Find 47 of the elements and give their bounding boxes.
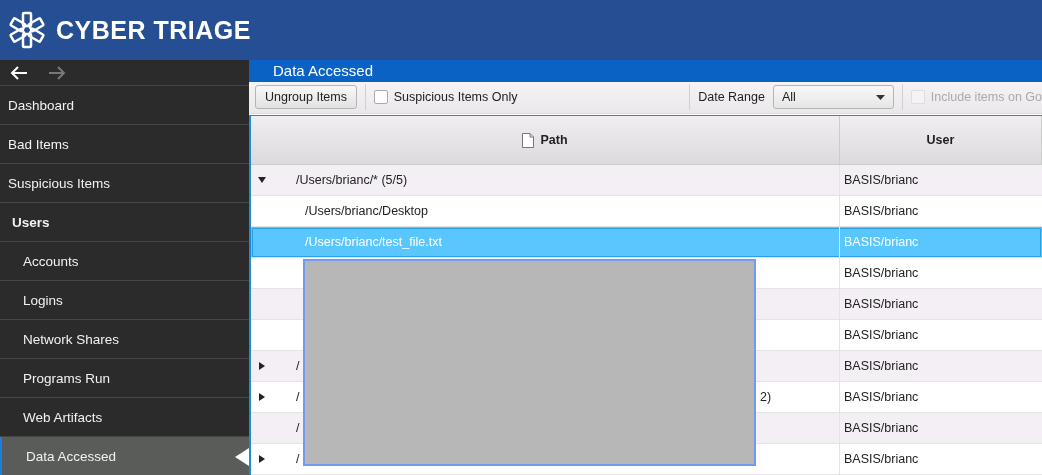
- checkbox[interactable]: [373, 90, 388, 105]
- user-text: BASIS/brianc: [844, 390, 919, 404]
- date-range-dropdown[interactable]: All: [772, 85, 895, 110]
- user-text: BASIS/brianc: [844, 359, 919, 373]
- path-text: /: [295, 359, 300, 373]
- user-text: BASIS/brianc: [844, 297, 919, 311]
- sidebar-item[interactable]: Network Shares: [0, 320, 249, 359]
- app-logo-text: CYBER TRIAGE: [56, 15, 251, 45]
- table-row[interactable]: /Users/brianc/* (5/5) BASIS/brianc: [251, 165, 1042, 196]
- sidebar-item[interactable]: Users: [0, 203, 249, 242]
- sidebar-item[interactable]: Bad Items: [0, 125, 249, 164]
- logo-icon: [8, 11, 46, 49]
- forward-arrow-icon[interactable]: [48, 65, 66, 80]
- path-text: /Users/brianc/* (5/5): [295, 173, 408, 187]
- panel-title: Data Accessed: [273, 62, 374, 80]
- checkbox-label: Include items on Go: [930, 90, 1042, 105]
- column-header[interactable]: User: [926, 133, 955, 147]
- caret-icon: [876, 94, 886, 100]
- sidebar-item[interactable]: Accounts: [0, 242, 249, 281]
- path-text: /Users/brianc/Desktop: [304, 204, 428, 218]
- sidebar-item[interactable]: Logins: [0, 281, 249, 320]
- path-text: /Users/brianc/test_file.txt: [304, 235, 442, 249]
- user-text: BASIS/brianc: [844, 452, 919, 466]
- sidebar-item[interactable]: Suspicious Items: [0, 164, 249, 203]
- sidebar-item[interactable]: Data Accessed: [0, 437, 249, 475]
- expand-triangle-icon[interactable]: [258, 393, 266, 401]
- date-range-label: Date Range: [698, 90, 765, 105]
- expand-triangle-icon[interactable]: [258, 455, 266, 463]
- user-text: BASIS/brianc: [844, 266, 919, 280]
- sidebar-item[interactable]: Programs Run: [0, 359, 249, 398]
- checkbox-label: Suspicious Items Only: [393, 90, 518, 105]
- document-icon: [522, 132, 535, 148]
- path-text: /: [295, 452, 300, 466]
- user-text: BASIS/brianc: [844, 173, 919, 187]
- pointer-icon: [235, 448, 249, 466]
- column-header[interactable]: Path: [540, 133, 568, 147]
- user-text: BASIS/brianc: [844, 235, 919, 249]
- user-text: BASIS/brianc: [844, 421, 919, 435]
- back-arrow-icon[interactable]: [10, 65, 28, 80]
- expand-triangle-icon[interactable]: [258, 362, 266, 370]
- path-text: 2): [760, 390, 772, 404]
- user-text: BASIS/brianc: [844, 328, 919, 342]
- path-text: /: [295, 390, 300, 404]
- collapse-triangle-icon[interactable]: [258, 176, 266, 184]
- user-text: BASIS/brianc: [844, 204, 919, 218]
- path-text: /: [295, 421, 300, 435]
- ungroup-button[interactable]: Ungroup Items: [255, 85, 357, 110]
